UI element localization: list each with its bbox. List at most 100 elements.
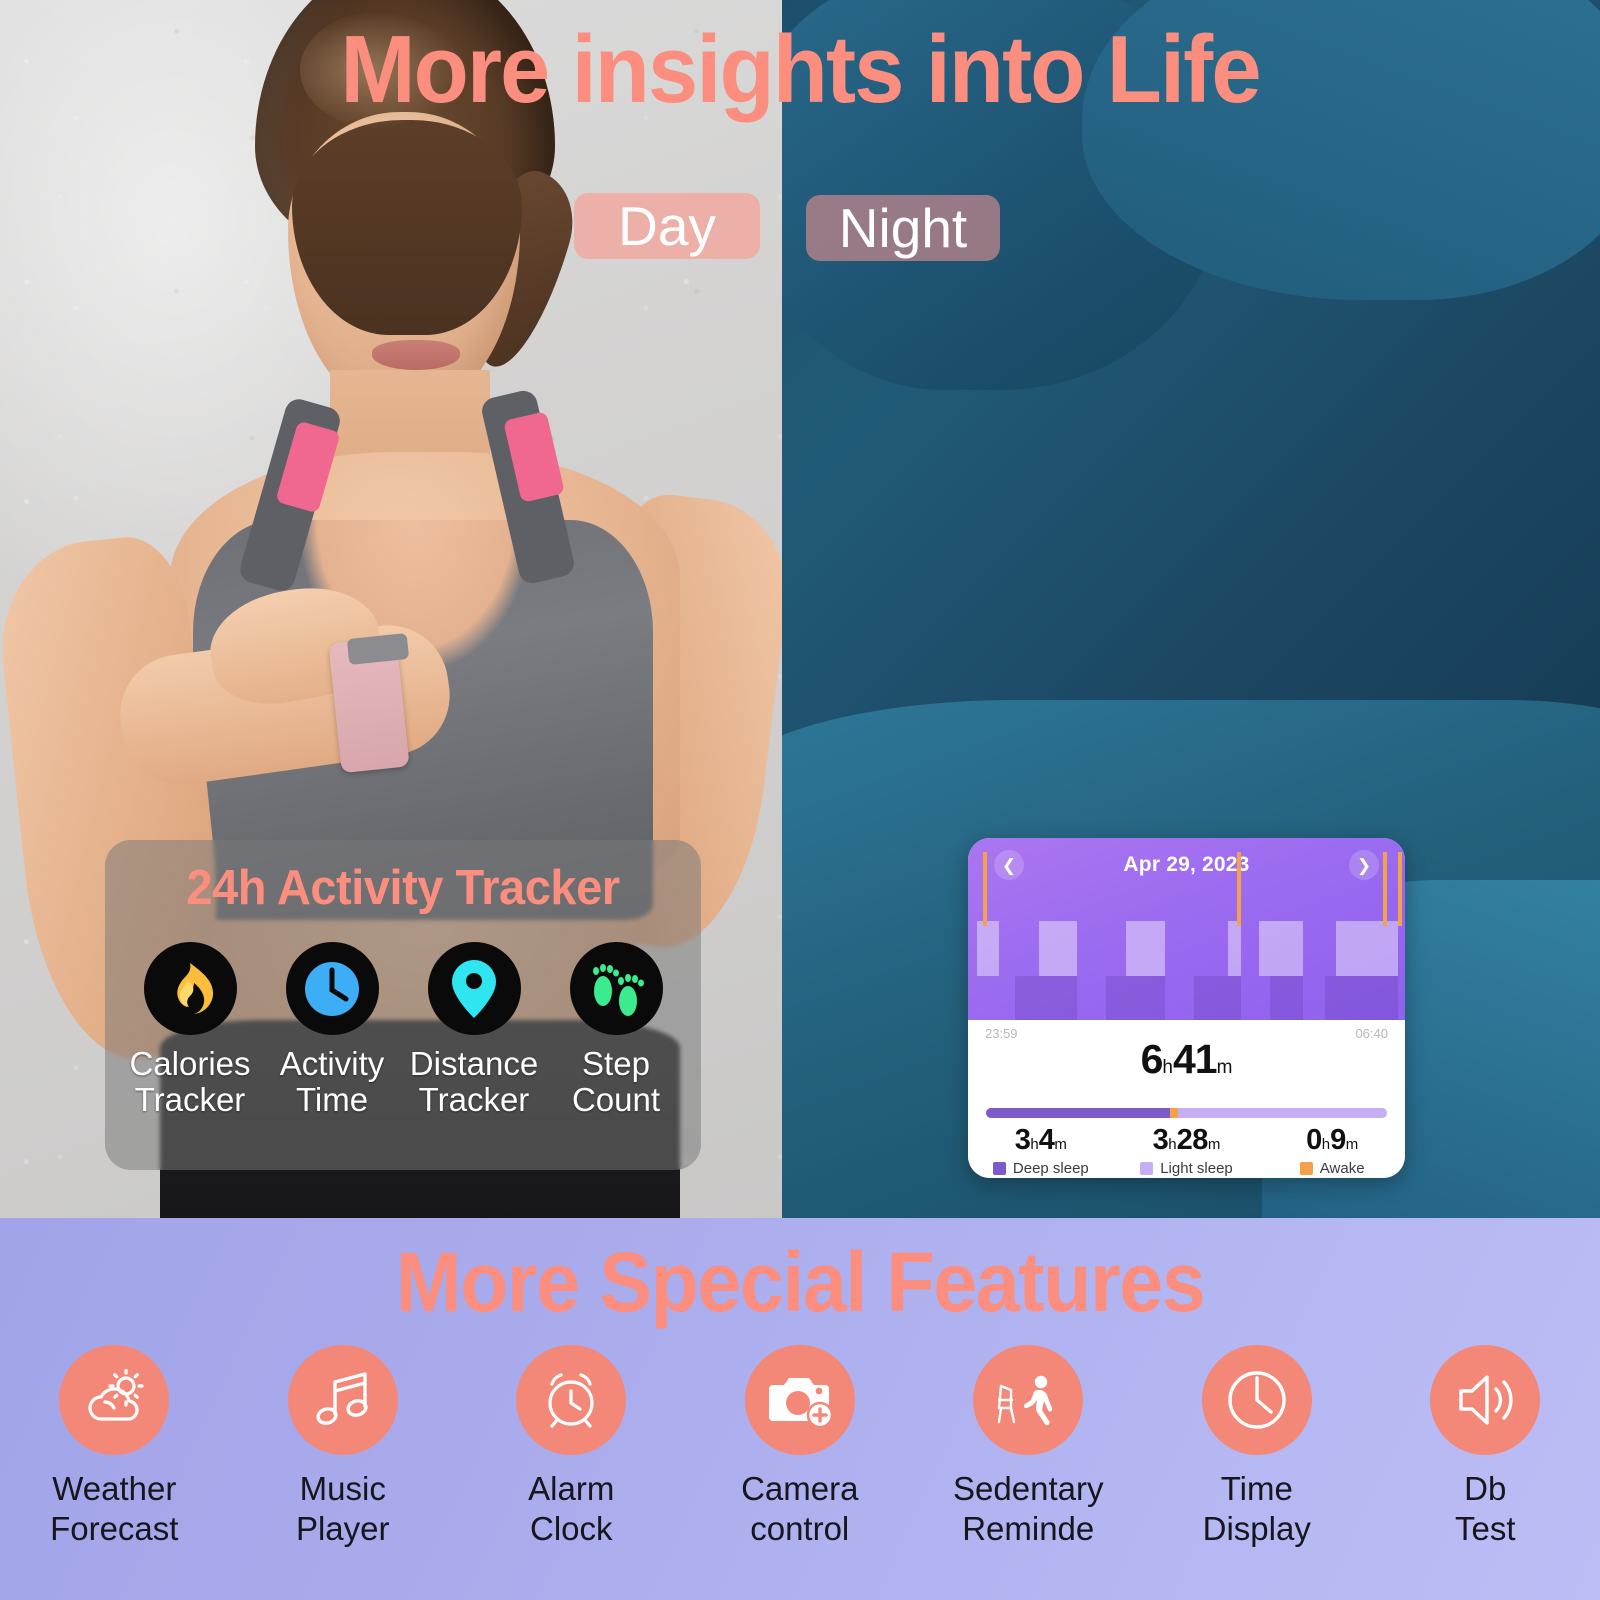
deep-hours-unit: h bbox=[1030, 1136, 1039, 1153]
activity-label-time-line2: Time bbox=[295, 1080, 369, 1118]
feature-label-music-line1: Music bbox=[299, 1470, 386, 1507]
feature-label-db-test-line1: Db bbox=[1464, 1470, 1507, 1507]
tab-day[interactable]: Day bbox=[574, 193, 760, 259]
progress-awake-segment bbox=[1170, 1108, 1179, 1118]
activity-label-distance: Distance Tracker bbox=[410, 1046, 538, 1117]
sedentary-walk-icon bbox=[973, 1345, 1084, 1455]
light-hours: 3 bbox=[1152, 1124, 1169, 1156]
sleep-bar-deep-sleep bbox=[1015, 975, 1078, 1020]
sleep-total-minutes-unit: m bbox=[1216, 1057, 1233, 1078]
feature-item-db-test[interactable]: Db Test bbox=[1371, 1345, 1600, 1548]
activity-label-steps: Step Count bbox=[572, 1046, 660, 1117]
model-lips bbox=[372, 340, 460, 370]
sleep-bar-deep-sleep bbox=[1324, 975, 1398, 1020]
sleep-bar-light-sleep bbox=[1126, 920, 1165, 976]
chevron-right-icon[interactable]: ❯ bbox=[1349, 850, 1379, 880]
activity-label-time-line1: Activity bbox=[279, 1045, 385, 1082]
feature-label-sedentary: Sedentary Reminde bbox=[953, 1469, 1103, 1548]
feature-label-sedentary-line1: Sedentary bbox=[953, 1470, 1104, 1507]
activity-label-calories-line1: Calories bbox=[129, 1045, 251, 1082]
deep-minutes: 4 bbox=[1038, 1124, 1055, 1156]
speaker-volume-icon bbox=[1430, 1345, 1541, 1455]
sleep-bar-light-sleep bbox=[977, 920, 999, 976]
feature-label-weather: Weather Forecast bbox=[50, 1469, 178, 1548]
sleep-bar-light-sleep bbox=[1335, 920, 1398, 976]
model-hair-back bbox=[292, 120, 522, 335]
feature-item-weather[interactable]: Weather Forecast bbox=[0, 1345, 229, 1548]
camera-icon bbox=[744, 1345, 855, 1455]
feature-label-time-display: Time Display bbox=[1203, 1469, 1311, 1548]
sleep-legend: Deep sleep Light sleep Awake bbox=[968, 1160, 1405, 1177]
feature-label-alarm-line1: Alarm bbox=[528, 1470, 615, 1507]
special-features-section: More Special Features Weather Forecast M… bbox=[0, 1218, 1600, 1600]
activity-label-distance-line2: Tracker bbox=[418, 1080, 530, 1118]
photo-area: 08ʰ30ᵐ Sleep More insights into Life Day… bbox=[0, 0, 1600, 1218]
legend-swatch-light bbox=[1140, 1162, 1154, 1175]
features-title: More Special Features bbox=[395, 1235, 1206, 1329]
sleep-total-duration: 6h41m bbox=[968, 1036, 1405, 1083]
feature-label-camera-line2: control bbox=[750, 1509, 850, 1547]
awake-hours: 0 bbox=[1306, 1124, 1322, 1156]
activity-label-steps-line2: Count bbox=[571, 1080, 661, 1118]
light-minutes: 28 bbox=[1176, 1124, 1209, 1156]
sleep-total-minutes: 41 bbox=[1172, 1036, 1218, 1082]
activity-item-distance[interactable]: Distance Tracker bbox=[403, 942, 545, 1117]
feature-label-alarm: Alarm Clock bbox=[528, 1469, 614, 1548]
activity-item-steps[interactable]: Step Count bbox=[545, 942, 687, 1117]
legend-swatch-deep bbox=[992, 1162, 1006, 1175]
sleep-bar-awake bbox=[982, 852, 987, 926]
sleep-bar-awake bbox=[1237, 852, 1242, 926]
feature-label-sedentary-line2: Reminde bbox=[962, 1509, 1095, 1547]
progress-deep-segment bbox=[986, 1108, 1171, 1118]
feature-label-alarm-line2: Clock bbox=[529, 1509, 613, 1547]
flame-icon bbox=[143, 942, 237, 1035]
sleep-bar-light-sleep bbox=[1228, 920, 1242, 976]
sleep-hypnogram-bars bbox=[968, 852, 1405, 1020]
alarm-clock-icon bbox=[516, 1345, 627, 1455]
activity-tracker-panel: 24h Activity Tracker Calories Tracker Ac… bbox=[105, 840, 701, 1170]
feature-label-weather-line1: Weather bbox=[52, 1470, 177, 1507]
sleep-stats-row: 3h4m 3h28m 0h9m bbox=[968, 1124, 1405, 1157]
feature-label-music: Music Player bbox=[296, 1469, 390, 1548]
feature-label-camera: Camera control bbox=[741, 1469, 858, 1548]
activity-label-time: Activity Time bbox=[280, 1046, 385, 1117]
sleep-bar-deep-sleep bbox=[1106, 975, 1165, 1020]
feature-label-time-display-line2: Display bbox=[1202, 1509, 1311, 1547]
feature-item-alarm[interactable]: Alarm Clock bbox=[457, 1345, 686, 1548]
feature-item-time-display[interactable]: Time Display bbox=[1143, 1345, 1372, 1548]
sleep-stat-light: 3h28m bbox=[1114, 1124, 1260, 1157]
activity-icon-row: Calories Tracker Activity Time Distance … bbox=[119, 942, 687, 1117]
page-title: More insights into Life bbox=[340, 16, 1261, 123]
deep-hours: 3 bbox=[1014, 1124, 1031, 1156]
sleep-bar-deep-sleep bbox=[1270, 975, 1304, 1020]
sleep-stat-deep: 3h4m bbox=[968, 1124, 1114, 1157]
feature-item-camera[interactable]: Camera control bbox=[686, 1345, 915, 1548]
sleep-chart: ❮ Apr 29, 2023 ❯ bbox=[968, 838, 1405, 1020]
sleep-card-body: 23:59 06:40 6h41m 3h4m 3h28m 0h9m Deep s… bbox=[968, 1020, 1405, 1178]
legend-awake: Awake bbox=[1259, 1160, 1405, 1177]
feature-item-sedentary[interactable]: Sedentary Reminde bbox=[914, 1345, 1143, 1548]
location-pin-icon bbox=[427, 942, 521, 1035]
sleep-summary-card: ❮ Apr 29, 2023 ❯ 23:59 06:40 6h41m 3h4m … bbox=[968, 838, 1405, 1178]
legend-swatch-awake bbox=[1299, 1162, 1313, 1175]
feature-label-weather-line2: Forecast bbox=[50, 1509, 179, 1547]
activity-label-calories-line2: Tracker bbox=[134, 1080, 246, 1118]
activity-item-time[interactable]: Activity Time bbox=[261, 942, 403, 1117]
activity-item-calories[interactable]: Calories Tracker bbox=[119, 942, 261, 1117]
legend-deep-sleep: Deep sleep bbox=[968, 1160, 1114, 1177]
feature-label-db-test: Db Test bbox=[1455, 1469, 1516, 1548]
sleep-bar-deep-sleep bbox=[1193, 975, 1242, 1020]
tab-night[interactable]: Night bbox=[806, 195, 1000, 261]
feature-label-db-test-line2: Test bbox=[1454, 1509, 1516, 1547]
sleep-progress-bar bbox=[986, 1108, 1387, 1118]
footprints-icon bbox=[569, 942, 663, 1035]
promo-page: 08ʰ30ᵐ Sleep More insights into Life Day… bbox=[0, 0, 1600, 1600]
feature-item-music[interactable]: Music Player bbox=[229, 1345, 458, 1548]
sleep-total-hours-unit: h bbox=[1162, 1057, 1173, 1078]
light-hours-unit: h bbox=[1168, 1136, 1177, 1153]
weather-cloud-sun-icon bbox=[59, 1345, 170, 1455]
legend-label-awake: Awake bbox=[1319, 1160, 1365, 1177]
feature-label-time-display-line1: Time bbox=[1220, 1470, 1293, 1507]
activity-label-distance-line1: Distance bbox=[409, 1045, 539, 1082]
awake-hours-unit: h bbox=[1321, 1136, 1331, 1153]
